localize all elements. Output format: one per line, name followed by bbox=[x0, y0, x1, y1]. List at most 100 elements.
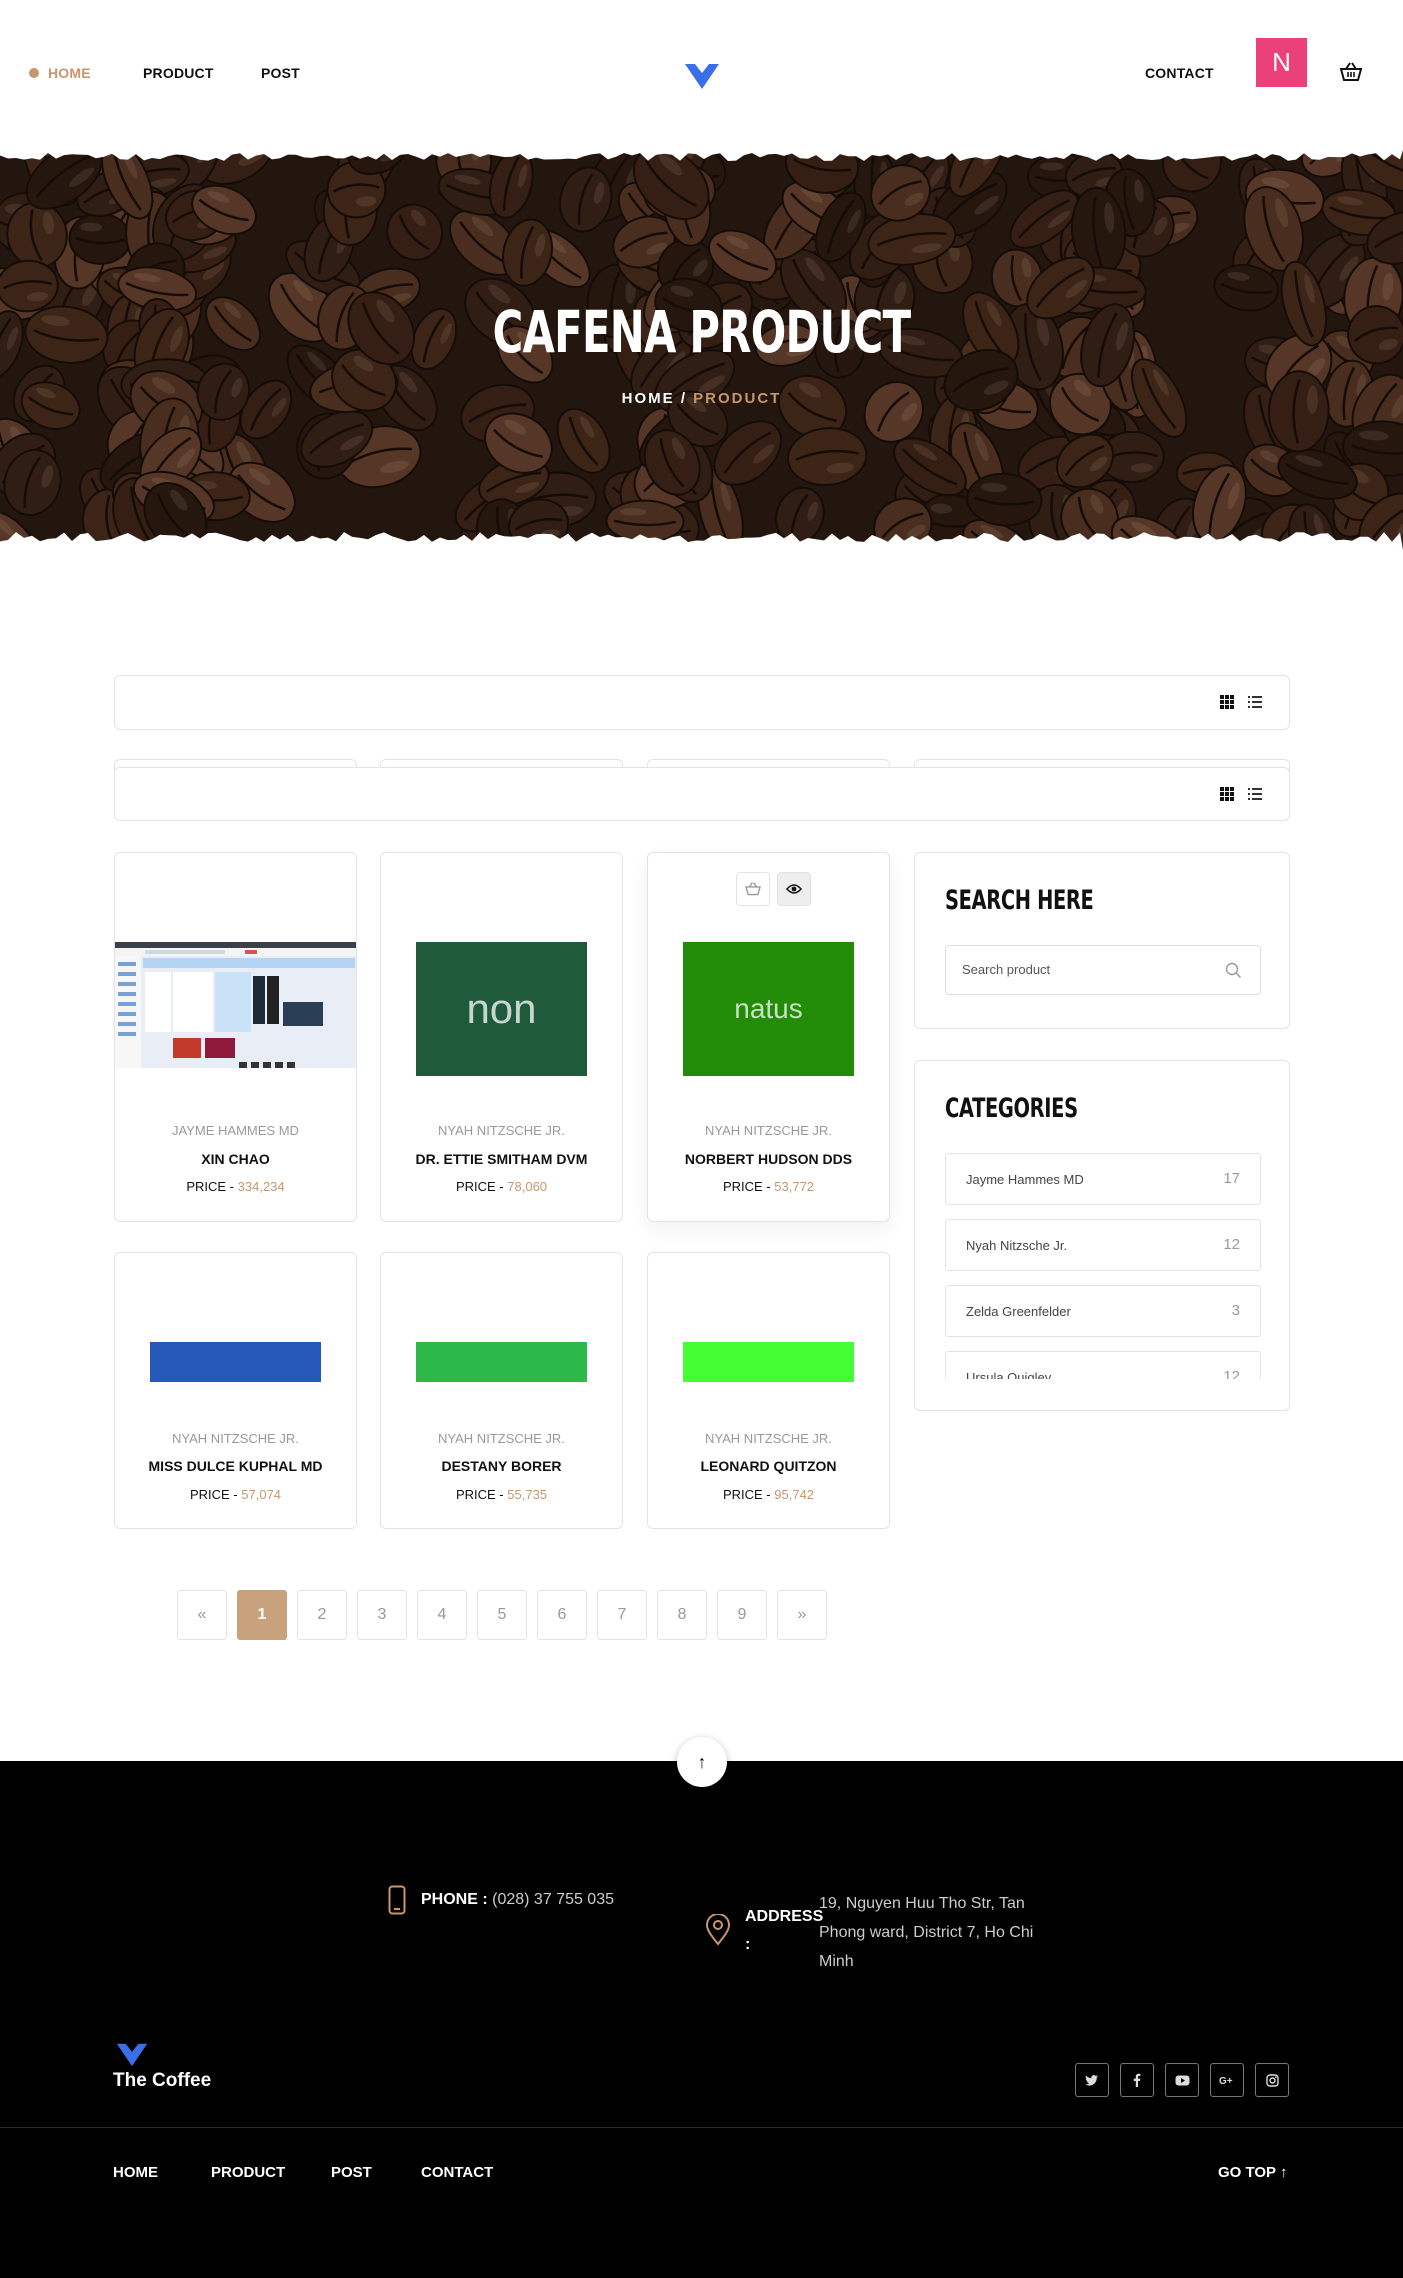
search-icon[interactable] bbox=[1225, 962, 1242, 979]
instagram-icon[interactable] bbox=[1255, 2063, 1289, 2097]
footer-nav-product[interactable]: PRODUCT bbox=[211, 2164, 285, 2181]
product-price: PRICE - 53,772 bbox=[722, 1179, 815, 1194]
product-author: JAYME HAMMES MD bbox=[172, 1123, 299, 1138]
logo-icon[interactable] bbox=[683, 62, 721, 90]
go-top-link[interactable]: GO TOP ↑ bbox=[1218, 2164, 1287, 2181]
pagination-page-8[interactable]: 8 bbox=[657, 1590, 707, 1640]
site-footer: PHONE : (028) 37 755 035 ADDRESS : 19, N… bbox=[0, 1761, 1403, 2278]
basket-icon bbox=[745, 882, 761, 896]
category-item[interactable]: Ursula Quigley 12 bbox=[945, 1351, 1261, 1379]
youtube-icon[interactable] bbox=[1165, 2063, 1199, 2097]
product-author: NYAH NITZSCHE JR. bbox=[438, 1431, 565, 1446]
grid-view-icon[interactable] bbox=[1219, 694, 1235, 710]
product-thumbnail[interactable] bbox=[150, 1342, 321, 1382]
nav-home[interactable]: HOME bbox=[48, 65, 91, 81]
footer-nav-home[interactable]: HOME bbox=[113, 2164, 158, 2181]
product-author: NYAH NITZSCHE JR. bbox=[705, 1431, 832, 1446]
product-name[interactable]: DESTANY BORER bbox=[381, 1458, 622, 1474]
product-card[interactable]: natus NYAH NITZSCHE JR. NORBERT HUDSON D… bbox=[647, 852, 890, 1222]
pagination-page-9[interactable]: 9 bbox=[717, 1590, 767, 1640]
phone-info: PHONE : (028) 37 755 035 bbox=[421, 1891, 614, 1909]
product-author: NYAH NITZSCHE JR. bbox=[705, 1123, 832, 1138]
pagination-page-1[interactable]: 1 bbox=[237, 1590, 287, 1640]
footer-divider bbox=[0, 2127, 1403, 2128]
category-item[interactable]: Jayme Hammes MD 17 bbox=[945, 1153, 1261, 1205]
product-thumbnail[interactable]: natus bbox=[683, 942, 854, 1076]
product-card[interactable]: non NYAH NITZSCHE JR. DR. ETTIE SMITHAM … bbox=[380, 852, 623, 1222]
footer-nav-contact[interactable]: CONTACT bbox=[421, 2164, 493, 2181]
address-label: ADDRESS bbox=[745, 1908, 824, 1925]
product-card[interactable]: JAYME HAMMES MD XIN CHAO PRICE - 334,234 bbox=[114, 852, 357, 1222]
categories-list: Jayme Hammes MD 17 Nyah Nitzsche Jr. 12 Ze… bbox=[915, 1153, 1289, 1379]
pagination-page-4[interactable]: 4 bbox=[417, 1590, 467, 1640]
search-placeholder: Search product bbox=[962, 962, 1051, 977]
phone-value[interactable]: (028) 37 755 035 bbox=[492, 1891, 614, 1908]
pagination-page-7[interactable]: 7 bbox=[597, 1590, 647, 1640]
facebook-icon[interactable] bbox=[1120, 2063, 1154, 2097]
search-widget: SEARCH HERE Search product bbox=[914, 852, 1290, 1029]
nav-contact[interactable]: CONTACT bbox=[1145, 65, 1214, 81]
product-name[interactable]: DR. ETTIE SMITHAM DVM bbox=[381, 1151, 622, 1167]
map-pin-icon bbox=[705, 1914, 731, 1946]
pagination-prev[interactable]: « bbox=[177, 1590, 227, 1640]
pagination-page-3[interactable]: 3 bbox=[357, 1590, 407, 1640]
widget-title: CATEGORIES bbox=[945, 1093, 1078, 1124]
product-card[interactable]: NYAH NITZSCHE JR. DESTANY BORER PRICE - … bbox=[380, 1252, 623, 1529]
search-input[interactable]: Search product bbox=[945, 945, 1261, 995]
product-name[interactable]: NORBERT HUDSON DDS bbox=[648, 1151, 889, 1167]
scroll-top-button[interactable]: ↑ bbox=[677, 1737, 727, 1787]
grid-view-icon[interactable] bbox=[1219, 786, 1235, 802]
categories-widget: CATEGORIES Jayme Hammes MD 17 Nyah Nitzsc… bbox=[914, 1060, 1290, 1411]
nav-product[interactable]: PRODUCT bbox=[143, 65, 214, 81]
address-value: 19, Nguyen Huu Tho Str, Tan Phong ward, … bbox=[819, 1895, 1034, 1970]
google-plus-icon[interactable]: G+ bbox=[1210, 2063, 1244, 2097]
product-author: NYAH NITZSCHE JR. bbox=[172, 1431, 299, 1446]
quick-view-button[interactable] bbox=[777, 872, 811, 906]
product-price: PRICE - 55,735 bbox=[455, 1487, 548, 1502]
product-thumbnail[interactable]: non bbox=[416, 942, 587, 1076]
avatar[interactable]: N bbox=[1256, 38, 1307, 87]
breadcrumb-home[interactable]: HOME bbox=[622, 390, 675, 407]
product-price: PRICE - 57,074 bbox=[189, 1487, 282, 1502]
page-title: CAFENA PRODUCT bbox=[492, 298, 911, 366]
pagination-page-6[interactable]: 6 bbox=[537, 1590, 587, 1640]
breadcrumb-separator: / bbox=[680, 390, 687, 407]
product-name[interactable]: MISS DULCE KUPHAL MD bbox=[115, 1458, 356, 1474]
pagination-next[interactable]: » bbox=[777, 1590, 827, 1640]
footer-logo-icon[interactable] bbox=[114, 2042, 150, 2067]
screenshot-thumbnail bbox=[115, 942, 356, 1078]
address-colon: : bbox=[745, 1936, 751, 1953]
product-card[interactable]: NYAH NITZSCHE JR. LEONARD QUITZON PRICE … bbox=[647, 1252, 890, 1529]
arrow-up-icon: ↑ bbox=[1279, 2164, 1288, 2181]
breadcrumb: HOME / PRODUCT bbox=[0, 390, 1403, 407]
product-price: PRICE - 334,234 bbox=[186, 1179, 285, 1194]
shop-toolbar-secondary bbox=[114, 767, 1290, 821]
product-card[interactable]: NYAH NITZSCHE JR. MISS DULCE KUPHAL MD P… bbox=[114, 1252, 357, 1529]
shop-toolbar bbox=[114, 675, 1290, 730]
product-thumbnail[interactable] bbox=[416, 1342, 587, 1382]
eye-icon bbox=[786, 884, 802, 894]
pagination-page-5[interactable]: 5 bbox=[477, 1590, 527, 1640]
category-item[interactable]: Zelda Greenfelder 3 bbox=[945, 1285, 1261, 1337]
pagination-page-2[interactable]: 2 bbox=[297, 1590, 347, 1640]
product-name[interactable]: XIN CHAO bbox=[115, 1151, 356, 1167]
add-to-cart-button[interactable] bbox=[736, 872, 770, 906]
list-view-icon[interactable] bbox=[1247, 694, 1263, 710]
footer-nav-post[interactable]: POST bbox=[331, 2164, 372, 2181]
product-name[interactable]: LEONARD QUITZON bbox=[648, 1458, 889, 1474]
basket-icon[interactable] bbox=[1340, 62, 1362, 82]
phone-label: PHONE : bbox=[421, 1891, 488, 1908]
nav-post[interactable]: POST bbox=[261, 65, 300, 81]
widget-title: SEARCH HERE bbox=[945, 885, 1094, 916]
breadcrumb-current: PRODUCT bbox=[693, 390, 782, 407]
phone-icon bbox=[388, 1885, 406, 1915]
twitter-icon[interactable] bbox=[1075, 2063, 1109, 2097]
category-item[interactable]: Nyah Nitzsche Jr. 12 bbox=[945, 1219, 1261, 1271]
product-price: PRICE - 95,742 bbox=[722, 1487, 815, 1502]
product-thumbnail[interactable] bbox=[115, 942, 356, 1078]
product-author: NYAH NITZSCHE JR. bbox=[438, 1123, 565, 1138]
list-view-icon[interactable] bbox=[1247, 786, 1263, 802]
active-dot bbox=[29, 68, 39, 78]
product-thumbnail[interactable] bbox=[683, 1342, 854, 1382]
product-price: PRICE - 78,060 bbox=[455, 1179, 548, 1194]
